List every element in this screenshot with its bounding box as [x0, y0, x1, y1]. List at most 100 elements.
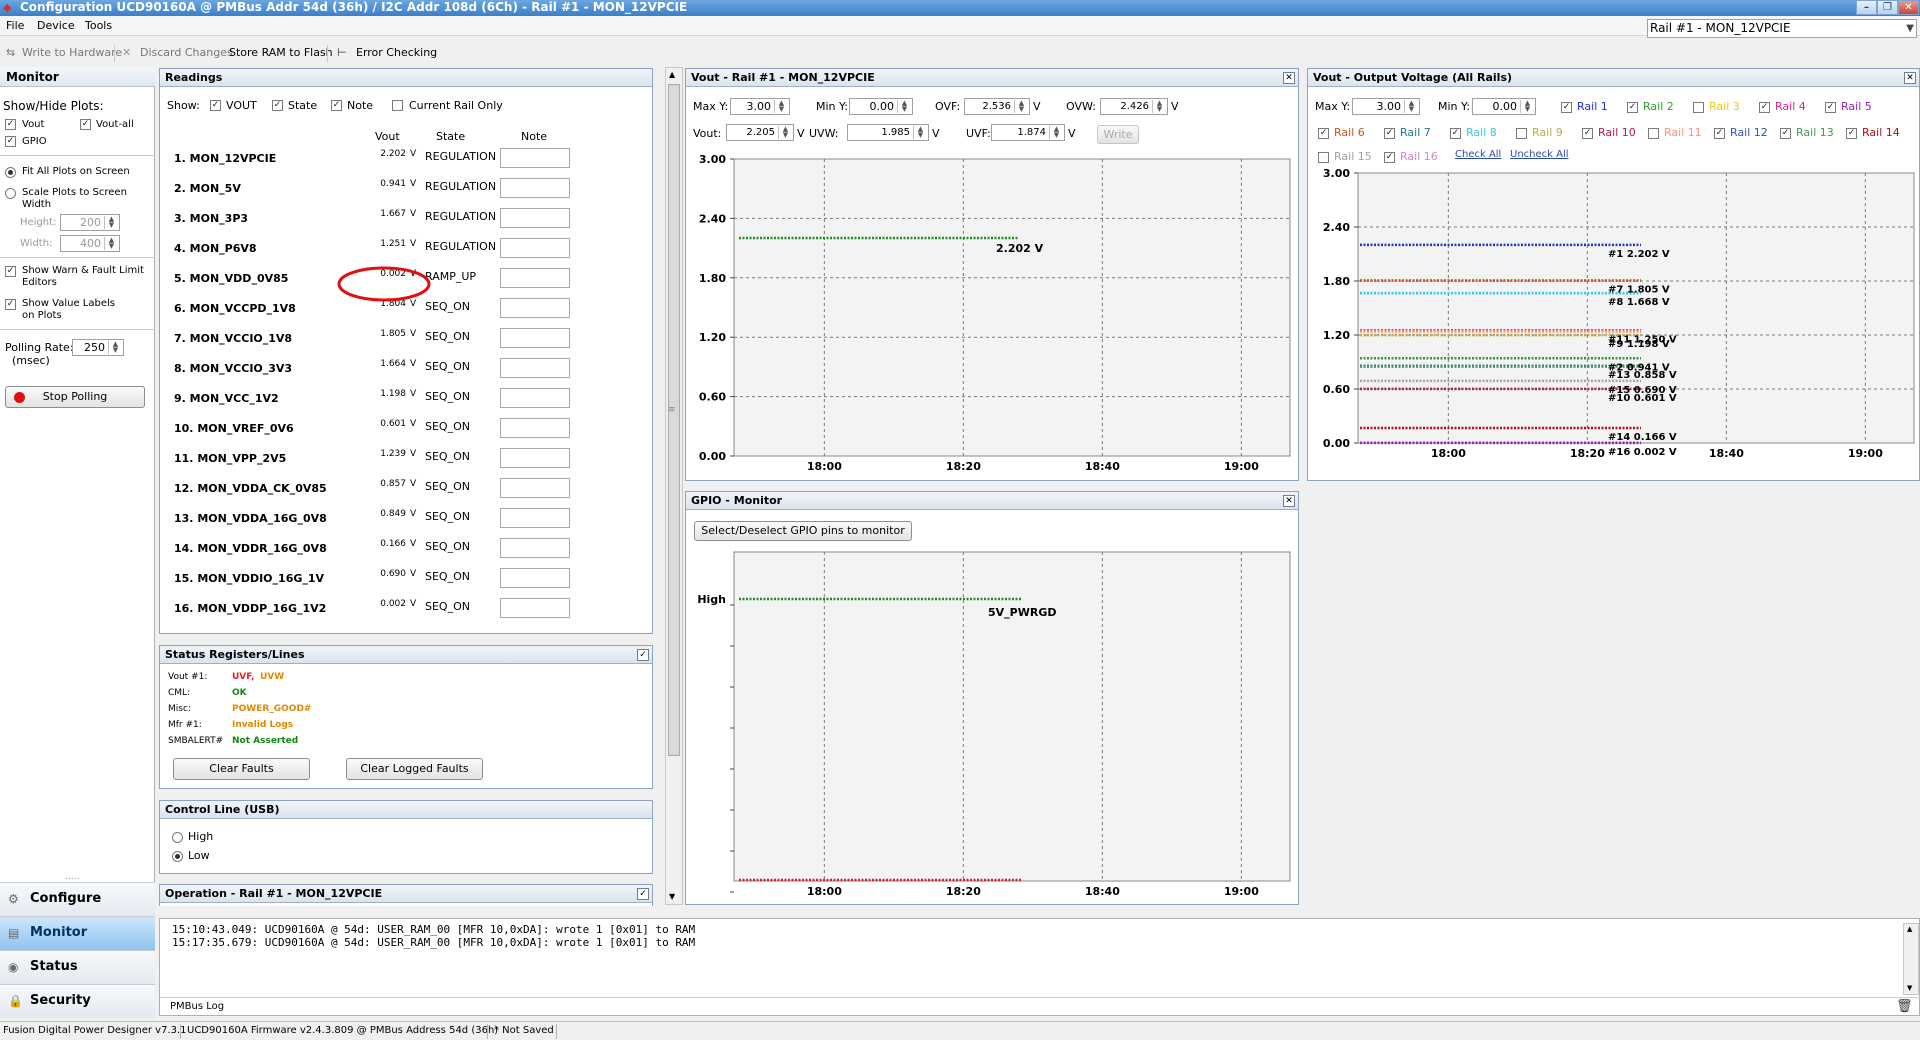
check-all-link[interactable]: Check All	[1455, 149, 1501, 160]
rail-checkbox[interactable]: ✓	[1582, 128, 1593, 139]
rail-value-label: #7 1.805 V	[1608, 285, 1670, 296]
show-vout-checkbox[interactable]: ✓	[210, 100, 221, 111]
log-scrollbar[interactable]: ▲ ▼	[1903, 923, 1919, 995]
rail-checkbox[interactable]: ✓	[1780, 128, 1791, 139]
nav-configure[interactable]: ⚙ Configure	[0, 882, 155, 916]
rail-checkbox[interactable]	[1693, 102, 1704, 113]
show-state-checkbox[interactable]: ✓	[272, 100, 283, 111]
rail-name: 10. MON_VREF_0V6	[174, 422, 294, 435]
rail-checkbox[interactable]: ✓	[1318, 128, 1329, 139]
close-icon[interactable]: ✕	[1904, 72, 1916, 84]
close-button[interactable]: ✕	[1898, 0, 1919, 15]
uvw-stepper[interactable]: 1.985 ▲ ▼	[847, 124, 929, 141]
minimize-button[interactable]: –	[1856, 0, 1877, 15]
ovf-stepper[interactable]: 2.536 ▲ ▼	[964, 98, 1030, 115]
current-rail-only-checkbox[interactable]	[392, 100, 403, 111]
rail-checkbox[interactable]: ✓	[1825, 102, 1836, 113]
menu-device[interactable]: Device	[37, 19, 75, 32]
all-miny-stepper[interactable]: 0.00 ▲ ▼	[1472, 98, 1536, 115]
menu-tools[interactable]: Tools	[85, 19, 112, 32]
stop-polling-button[interactable]: Stop Polling	[5, 386, 145, 408]
rail-note-input[interactable]	[500, 268, 570, 288]
rail-note-input[interactable]	[500, 598, 570, 618]
readings-scrollbar[interactable]: ▲ ▼	[665, 67, 683, 905]
store-ram-to-flash-button[interactable]: Store RAM to Flash	[229, 46, 333, 59]
rail-checkbox[interactable]: ✓	[1384, 128, 1395, 139]
rail-checkbox[interactable]: ✓	[1759, 102, 1770, 113]
pmbus-log-tab[interactable]: PMBus Log	[170, 1001, 224, 1012]
nav-status[interactable]: ◉ Status	[0, 950, 155, 984]
rail-checkbox[interactable]: ✓	[1450, 128, 1461, 139]
uncheck-all-link[interactable]: Uncheck All	[1510, 149, 1569, 160]
operation-title: Operation - Rail #1 - MON_12VPCIE	[160, 885, 652, 903]
write-to-hardware-button[interactable]: Write to Hardware	[22, 46, 122, 59]
vout-value: 2.205	[746, 127, 775, 138]
gpio-checkbox[interactable]: ✓	[5, 136, 16, 147]
rail-note-input[interactable]	[500, 568, 570, 588]
close-icon[interactable]: ✕	[1283, 72, 1295, 84]
uvf-stepper[interactable]: 1.874 ▲ ▼	[991, 124, 1065, 141]
ovw-stepper[interactable]: 2.426 ▲ ▼	[1100, 98, 1168, 115]
rail-note-input[interactable]	[500, 508, 570, 528]
menu-file[interactable]: File	[6, 19, 24, 32]
all-maxy-stepper[interactable]: 3.00 ▲ ▼	[1352, 98, 1420, 115]
splitter-grip[interactable]: ≡	[668, 405, 676, 415]
fit-all-radio[interactable]	[5, 167, 16, 178]
rail-note-input[interactable]	[500, 418, 570, 438]
clear-logged-faults-button[interactable]: Clear Logged Faults	[346, 758, 483, 780]
trash-icon[interactable]: 🗑	[1896, 999, 1913, 1014]
rail-note-input[interactable]	[500, 358, 570, 378]
resize-grip[interactable]: .....	[65, 872, 79, 882]
value-labels-checkbox[interactable]: ✓	[5, 299, 16, 310]
nav-monitor[interactable]: ▤ Monitor	[0, 916, 155, 950]
control-low-radio[interactable]	[172, 851, 183, 862]
rail-checkbox[interactable]: ✓	[1627, 102, 1638, 113]
polling-unit-label: (msec)	[12, 354, 50, 367]
rail-checkbox[interactable]: ✓	[1846, 128, 1857, 139]
gpio-panel: GPIO - Monitor ✕ Select/Deselect GPIO pi…	[685, 491, 1299, 905]
rail-checkbox[interactable]	[1648, 128, 1659, 139]
rail-note-input[interactable]	[500, 238, 570, 258]
rail-note-input[interactable]	[500, 478, 570, 498]
width-stepper[interactable]: 400 ▲ ▼	[60, 235, 120, 252]
write-button[interactable]: Write	[1097, 125, 1139, 144]
control-high-radio[interactable]	[172, 832, 183, 843]
polling-rate-stepper[interactable]: 250 ▲ ▼	[72, 339, 124, 356]
rail-checkbox[interactable]: ✓	[1384, 152, 1395, 163]
rail-note-input[interactable]	[500, 448, 570, 468]
scrollbar-thumb[interactable]	[668, 84, 680, 756]
rail-checkbox[interactable]: ✓	[1561, 102, 1572, 113]
rail-note-input[interactable]	[500, 328, 570, 348]
rail-checkbox[interactable]	[1318, 152, 1329, 163]
voutall-checkbox[interactable]: ✓	[80, 119, 91, 130]
maxy-stepper[interactable]: 3.00 ▲ ▼	[730, 98, 790, 115]
close-icon[interactable]: ✕	[1283, 495, 1295, 507]
rail-note-input[interactable]	[500, 148, 570, 168]
rail-note-input[interactable]	[500, 208, 570, 228]
smbalert-value: Not Asserted	[232, 736, 299, 746]
rail-state: REGULATION	[425, 240, 497, 253]
nav-security[interactable]: 🔒 Security	[0, 984, 155, 1018]
clear-faults-button[interactable]: Clear Faults	[173, 758, 310, 780]
rail-select[interactable]: Rail #1 - MON_12VPCIE ▼	[1647, 19, 1917, 38]
show-note-checkbox[interactable]: ✓	[331, 100, 342, 111]
restore-button[interactable]: ❐	[1877, 0, 1898, 15]
error-checking-button[interactable]: Error Checking	[356, 46, 437, 59]
rail-checkbox[interactable]: ✓	[1714, 128, 1725, 139]
rail-note-input[interactable]	[500, 538, 570, 558]
rail-note-input[interactable]	[500, 388, 570, 408]
rail-note-input[interactable]	[500, 178, 570, 198]
status-registers-checkbox[interactable]: ✓	[637, 649, 649, 661]
vout-checkbox[interactable]: ✓	[5, 119, 16, 130]
vout-stepper[interactable]: 2.205 ▲ ▼	[726, 124, 794, 141]
discard-changes-button[interactable]: Discard Changes	[140, 46, 233, 59]
rail-note-input[interactable]	[500, 298, 570, 318]
select-gpio-button[interactable]: Select/Deselect GPIO pins to monitor	[694, 521, 912, 541]
miny-stepper[interactable]: 0.00 ▲ ▼	[849, 98, 913, 115]
height-stepper[interactable]: 200 ▲ ▼	[60, 214, 120, 231]
operation-checkbox[interactable]: ✓	[637, 888, 649, 900]
spinner-arrows-icon: ▲ ▼	[913, 126, 927, 139]
warn-fault-checkbox[interactable]: ✓	[5, 266, 16, 277]
scale-plots-radio[interactable]	[5, 188, 16, 199]
rail-checkbox[interactable]	[1516, 128, 1527, 139]
